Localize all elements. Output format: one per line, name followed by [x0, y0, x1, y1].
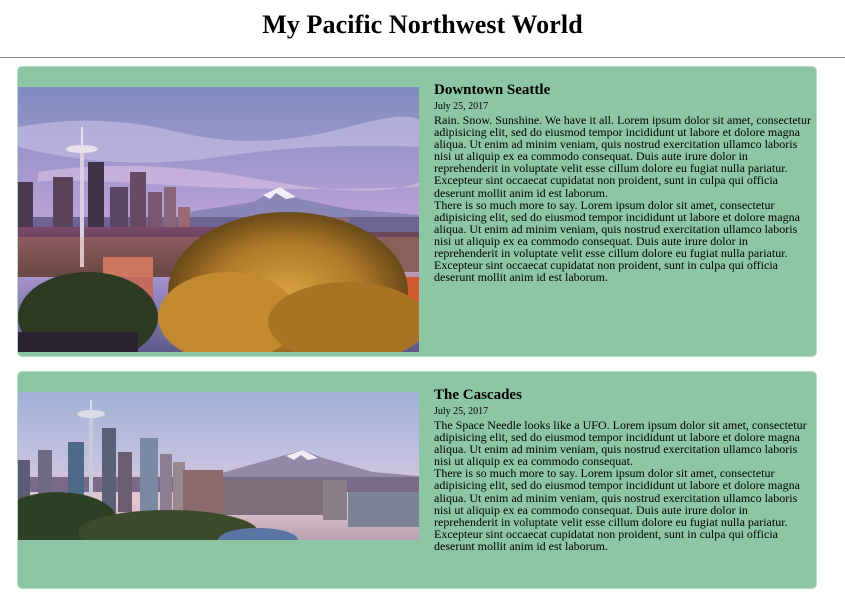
seattle-sunset-photo: [18, 87, 419, 352]
post-title: The Cascades: [434, 387, 522, 403]
post-paragraph: Rain. Snow. Sunshine. We have it all. Lo…: [434, 113, 811, 200]
seattle-skyline-photo: [18, 392, 419, 540]
post-paragraph: There is so much more to say. Lorem ipsu…: [434, 197, 800, 285]
page-title: My Pacific Northwest World: [262, 10, 583, 39]
post-body: The Cascades July 25, 2017 The Space Nee…: [434, 386, 814, 552]
post-paragraph: The Space Needle looks like a UFO. Lorem…: [434, 418, 807, 469]
post-body: Downtown Seattle July 25, 2017 Rain. Sno…: [434, 81, 814, 283]
post-card-the-cascades: The Cascades July 25, 2017 The Space Nee…: [17, 371, 817, 589]
page-header: My Pacific Northwest World: [0, 0, 845, 58]
post-date: July 25, 2017: [434, 406, 489, 417]
post-card-downtown-seattle: Downtown Seattle July 25, 2017 Rain. Sno…: [17, 66, 817, 357]
post-date: July 25, 2017: [434, 101, 489, 112]
post-paragraph: There is so much more to say. Lorem ipsu…: [434, 466, 800, 553]
post-title: Downtown Seattle: [434, 82, 551, 98]
